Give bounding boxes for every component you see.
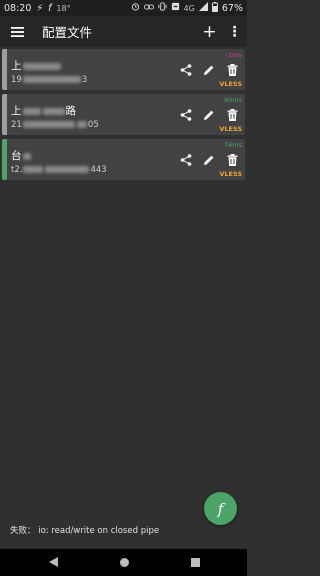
plus-icon: +: [202, 21, 217, 42]
more-options-button[interactable]: ⋮: [222, 16, 247, 47]
alarm-icon: [131, 2, 140, 14]
trash-icon: [227, 64, 237, 76]
system-nav-bar: [0, 549, 247, 576]
profile-name: 台: [11, 148, 32, 163]
page-title: 配置文件: [42, 25, 93, 40]
nav-recents-button[interactable]: [188, 555, 202, 569]
app-f-icon: f: [48, 2, 52, 14]
protocol-label: VLESS: [219, 80, 242, 88]
pencil-icon: [204, 110, 214, 120]
more-vert-icon: ⋮: [227, 23, 242, 40]
back-triangle-icon: [48, 557, 58, 567]
battery-percent: 67%: [221, 2, 243, 14]
vibrate-icon: [158, 2, 167, 14]
flash-icon: ⚡: [36, 2, 44, 14]
menu-button[interactable]: [0, 16, 34, 47]
start-service-fab[interactable]: f: [204, 492, 237, 525]
share-button[interactable]: [178, 107, 194, 123]
add-profile-button[interactable]: +: [197, 16, 222, 47]
delay-label: 90ms: [224, 96, 242, 104]
clock: 08:20: [4, 2, 32, 14]
hamburger-icon: [10, 26, 24, 37]
share-icon: [180, 64, 192, 76]
trash-icon: [227, 154, 237, 166]
protocol-label: VLESS: [219, 170, 242, 178]
share-icon: [180, 109, 192, 121]
share-icon: [180, 154, 192, 166]
profile-card[interactable]: 上 19 3 -1ms VLESS: [2, 49, 245, 90]
battery-icon: [211, 1, 218, 15]
delay-label: -1ms: [225, 51, 242, 59]
edit-button[interactable]: [201, 62, 217, 78]
nav-home-button[interactable]: [117, 555, 131, 569]
connection-status-text: 失败： io: read/write on closed pipe: [10, 526, 160, 536]
profile-address: 21 05: [11, 120, 99, 130]
profile-card[interactable]: 上路 21 05 90ms VLESS: [2, 94, 245, 135]
profile-card[interactable]: 台 t2. 443 74ms VLESS: [2, 139, 245, 180]
weather-temp: 18°: [56, 3, 71, 13]
delete-button[interactable]: [224, 62, 240, 78]
link-icon: [143, 3, 154, 14]
profile-name: 上路: [11, 105, 76, 117]
delete-button[interactable]: [224, 107, 240, 123]
status-bar: 08:20 ⚡ f 18° 4G 67%: [0, 0, 247, 16]
profile-address: t2. 443: [11, 165, 107, 175]
trash-icon: [227, 109, 237, 121]
vpn-key-icon: [171, 2, 180, 14]
signal-icon: [198, 2, 208, 14]
share-button[interactable]: [178, 152, 194, 168]
edit-button[interactable]: [201, 107, 217, 123]
selection-indicator: [2, 49, 7, 90]
app-toolbar: 配置文件 + ⋮: [0, 16, 247, 47]
delete-button[interactable]: [224, 152, 240, 168]
delay-label: 74ms: [224, 141, 242, 149]
home-circle-icon: [119, 557, 129, 567]
v2ray-logo-icon: f: [217, 499, 224, 518]
network-type: 4G: [183, 3, 195, 13]
pencil-icon: [204, 65, 214, 75]
pencil-icon: [204, 155, 214, 165]
selection-indicator: [2, 94, 7, 135]
protocol-label: VLESS: [219, 125, 242, 133]
profile-name: 上: [11, 58, 62, 73]
nav-back-button[interactable]: [46, 555, 60, 569]
edit-button[interactable]: [201, 152, 217, 168]
recents-square-icon: [190, 557, 200, 567]
profile-address: 19 3: [11, 75, 88, 85]
share-button[interactable]: [178, 62, 194, 78]
selection-indicator: [2, 139, 7, 180]
